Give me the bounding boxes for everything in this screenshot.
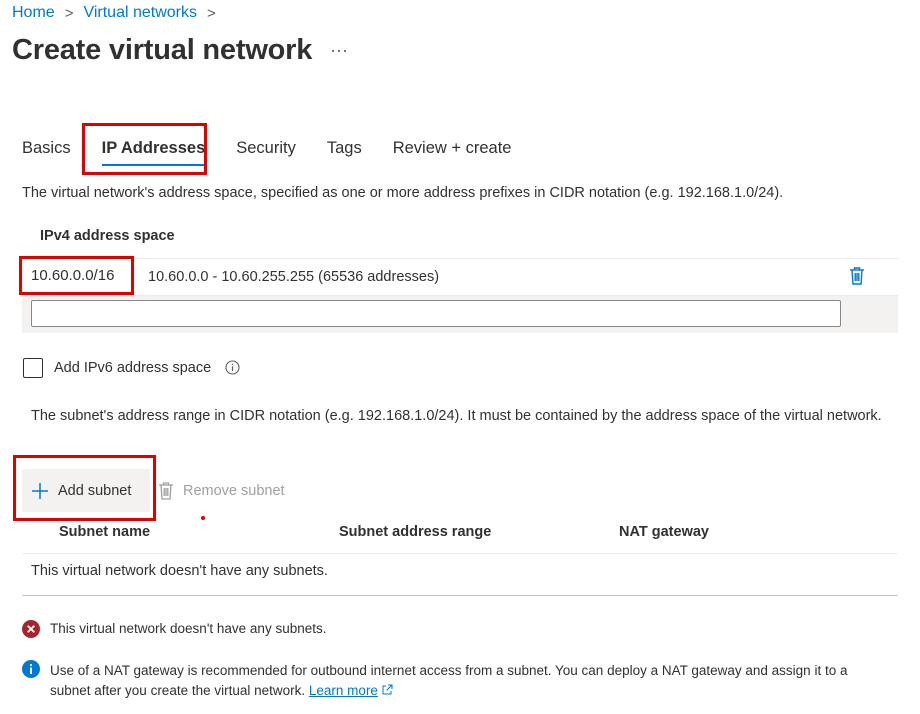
external-link-icon — [381, 682, 393, 702]
highlight-box-ip-addresses-tab — [82, 123, 207, 175]
section-divider — [22, 595, 898, 596]
ipv4-address-space-label: IPv4 address space — [40, 228, 175, 244]
subnet-description: The subnet's address range in CIDR notat… — [31, 408, 882, 424]
address-range-text: 10.60.0.0 - 10.60.255.255 (65536 address… — [148, 269, 440, 285]
info-message-text: Use of a NAT gateway is recommended for … — [50, 663, 848, 698]
error-message: This virtual network doesn't have any su… — [50, 621, 327, 636]
chevron-right-icon: > — [206, 4, 216, 22]
column-header-subnet-name[interactable]: Subnet name — [59, 524, 150, 540]
highlight-box-address-prefix — [19, 256, 134, 295]
nat-gateway-info-message: Use of a NAT gateway is recommended for … — [50, 661, 890, 701]
new-address-prefix-input[interactable] — [31, 300, 841, 327]
column-header-subnet-address-range[interactable]: Subnet address range — [339, 524, 491, 540]
tab-security[interactable]: Security — [236, 138, 296, 158]
more-options-button[interactable]: ··· — [330, 40, 348, 61]
trash-icon — [850, 267, 864, 285]
breadcrumb-virtual-networks-link[interactable]: Virtual networks — [83, 4, 197, 22]
column-header-nat-gateway[interactable]: NAT gateway — [619, 524, 709, 540]
learn-more-link[interactable]: Learn more — [309, 683, 378, 698]
subnet-table-empty-text: This virtual network doesn't have any su… — [31, 563, 328, 579]
remove-subnet-button[interactable]: Remove subnet — [158, 481, 285, 501]
breadcrumb: Home > Virtual networks > — [12, 4, 216, 22]
chevron-right-icon: > — [64, 4, 74, 22]
address-space-description: The virtual network's address space, spe… — [22, 185, 784, 201]
delete-address-prefix-button[interactable] — [849, 266, 865, 291]
info-icon[interactable] — [225, 360, 240, 380]
tab-tags[interactable]: Tags — [327, 138, 362, 158]
trash-icon — [159, 482, 173, 500]
add-ipv6-checkbox[interactable] — [23, 358, 43, 378]
table-header-divider — [22, 553, 898, 554]
highlight-box-add-subnet — [13, 455, 156, 521]
remove-subnet-label: Remove subnet — [183, 483, 285, 499]
info-icon — [22, 660, 40, 683]
error-icon — [22, 620, 40, 643]
breadcrumb-home-link[interactable]: Home — [12, 4, 55, 22]
tab-review-create[interactable]: Review + create — [393, 138, 512, 158]
add-ipv6-label: Add IPv6 address space — [54, 360, 212, 376]
marker-dot — [201, 516, 205, 520]
page-title: Create virtual network — [12, 34, 313, 66]
tab-basics[interactable]: Basics — [22, 138, 71, 158]
